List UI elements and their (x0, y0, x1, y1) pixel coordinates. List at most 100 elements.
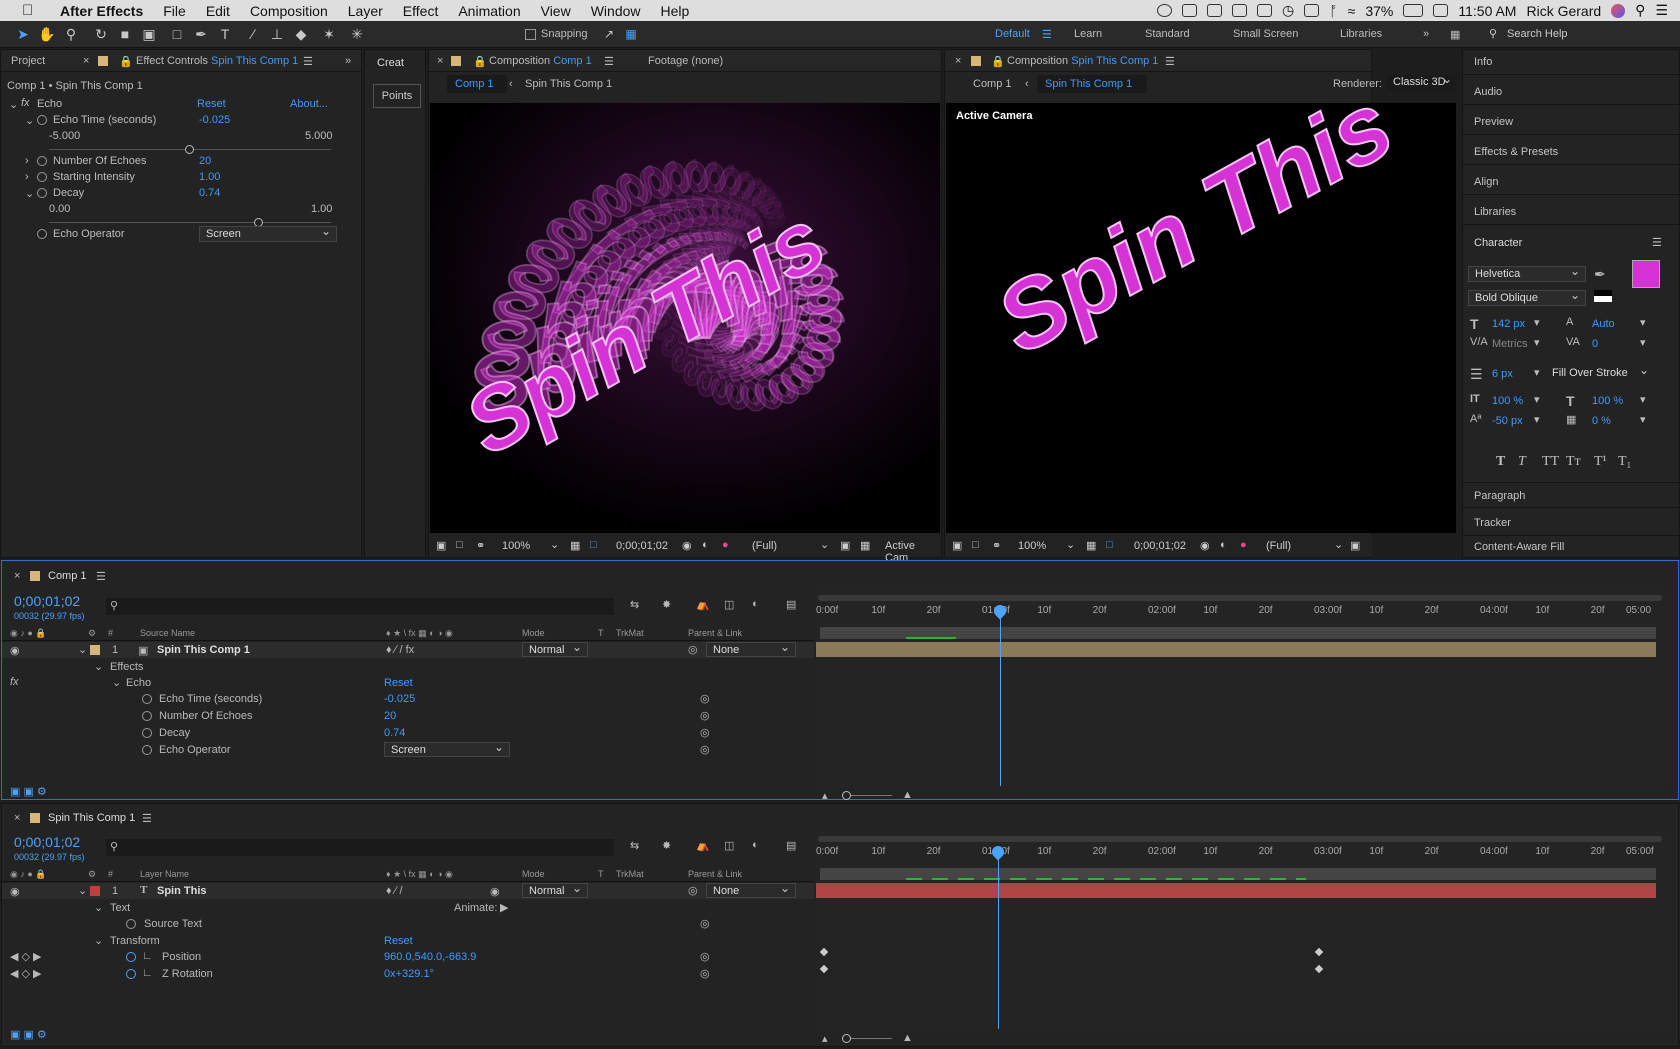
position-keyframe-end[interactable] (1314, 947, 1324, 957)
property-row[interactable]: ◀ ◇ ▶ ∟ Position 960.0,540.0,-663.9 ◎ (2, 949, 814, 965)
region-icon[interactable]: ▣ (1350, 539, 1360, 552)
property-value[interactable]: 20 (384, 710, 396, 722)
graph-editor-icon[interactable]: ▤ (786, 598, 796, 611)
property-value[interactable]: 0.74 (384, 727, 405, 739)
dropbox-icon[interactable] (1182, 4, 1198, 17)
timeline-search-input[interactable]: ⚲ (106, 598, 614, 615)
monitor-icon[interactable]: □ (972, 539, 979, 551)
panel-menu-icon[interactable]: ☰ (1652, 236, 1662, 249)
panel-menu-icon[interactable]: ☰ (604, 55, 614, 68)
timeline-search-input[interactable]: ⚲ (106, 839, 614, 856)
puppet-tool-icon[interactable]: ✳ (348, 25, 366, 43)
pan-behind-tool-icon[interactable]: ▣ (140, 25, 158, 43)
default-colors-icon[interactable] (1594, 290, 1612, 302)
faux-bold-icon[interactable]: T (1496, 454, 1505, 470)
draft-3d-icon[interactable]: ✸ (662, 598, 671, 611)
leading-value[interactable]: Auto (1592, 318, 1615, 330)
workspace-menu-icon[interactable]: ☰ (1042, 28, 1052, 41)
timecode[interactable]: 0;00;01;02 (1134, 540, 1186, 552)
position-keyframe-start[interactable] (819, 947, 829, 957)
spotlight-search-icon[interactable]: ⚲ (1635, 2, 1645, 19)
twirl-icon[interactable]: ⌄ (78, 643, 87, 656)
expression-pickwhip-icon[interactable]: ◎ (700, 743, 710, 756)
graph-icon[interactable]: ∟ (142, 967, 153, 979)
eyedropper-icon[interactable]: ✒ (1594, 266, 1606, 283)
workspace-libraries[interactable]: Libraries (1340, 28, 1382, 40)
twirl-icon[interactable]: ⌄ (94, 901, 103, 914)
panel-effects-presets[interactable]: Effects & Presets (1462, 139, 1680, 165)
twirl-icon[interactable]: ⌄ (94, 660, 103, 673)
layer-row[interactable]: ◉ ⌄ 1 ▣ Spin This Comp 1 ♦ ∕ / fx Normal… (2, 640, 814, 658)
echo-effect-row[interactable]: fx ⌄ Echo Reset (2, 675, 814, 691)
panel-overflow-icon[interactable]: » (345, 55, 351, 67)
property-row[interactable]: Source Text ◎ (2, 916, 814, 932)
font-family-dropdown[interactable]: Helvetica (1468, 264, 1586, 282)
stopwatch-icon[interactable] (142, 745, 152, 755)
col-layer-name[interactable]: Layer Name (140, 869, 189, 879)
layer-duration-bar[interactable] (816, 883, 1656, 898)
decay-slider-track[interactable] (49, 222, 331, 223)
zoom-slider-knob[interactable] (842, 791, 851, 800)
chevron-down-icon[interactable]: ▾ (1534, 413, 1540, 426)
echo-operator-dropdown[interactable]: Screen (384, 740, 510, 757)
lock-icon[interactable]: 🔒 (473, 55, 487, 68)
zoom-dropdown[interactable]: 100% (1018, 540, 1046, 552)
window-icon[interactable] (1232, 4, 1248, 17)
stroke-width-value[interactable]: 6 px (1492, 368, 1513, 380)
current-time[interactable]: 0;00;01;02 (14, 834, 80, 850)
keyframe-navigator-icon[interactable]: ◀ ◇ ▶ (10, 950, 42, 963)
frame-blending-icon[interactable]: ◫ (724, 598, 734, 611)
show-snapshot-icon[interactable]: ◐ (702, 539, 709, 551)
panel-libraries[interactable]: Libraries (1462, 199, 1680, 225)
menu-file[interactable]: File (163, 3, 186, 19)
timecode[interactable]: 0;00;01;02 (616, 540, 668, 552)
rectangle-tool-icon[interactable]: □ (168, 25, 186, 43)
zoom-in-icon[interactable]: ▲ (902, 1032, 913, 1044)
stopwatch-icon[interactable] (37, 229, 47, 239)
echo-time-value[interactable]: -0.025 (199, 114, 230, 126)
z-rotation-value[interactable]: 0x+329.1° (384, 968, 434, 980)
comp-mini-flowchart-icon[interactable]: ⇆ (630, 598, 639, 611)
tsume-value[interactable]: 0 % (1592, 415, 1611, 427)
grid-icon[interactable]: ▦ (1086, 539, 1096, 552)
tab-composition-comp1[interactable]: Composition Comp 1 (489, 55, 592, 67)
intensity-value[interactable]: 1.00 (199, 171, 220, 183)
shy-layers-icon[interactable]: ⛺ (696, 598, 710, 611)
timeline-graph-area[interactable]: 0:00f10f20f01:00f10f20f02:00f10f20f03:00… (816, 832, 1666, 1029)
panel-menu-icon[interactable]: ☰ (142, 812, 152, 825)
chevron-down-icon[interactable]: ▾ (1534, 393, 1540, 406)
current-time[interactable]: 0;00;01;02 (14, 593, 80, 609)
effects-group-row[interactable]: ⌄ Effects (2, 659, 814, 675)
region-icon[interactable]: ▣ (840, 539, 850, 552)
keyframe-navigator-icon[interactable]: ◀ ◇ ▶ (10, 967, 42, 980)
time-ruler[interactable]: 0:00f10f20f01:00f10f20f02:00f10f20f03:00… (816, 603, 1656, 623)
user-avatar-icon[interactable] (1611, 3, 1626, 18)
show-snapshot-icon[interactable]: ◐ (1220, 539, 1227, 551)
menu-effect[interactable]: Effect (403, 3, 439, 19)
time-machine-icon[interactable]: ◷ (1282, 2, 1294, 19)
zoom-in-icon[interactable]: ▲ (902, 789, 913, 801)
expression-pickwhip-icon[interactable]: ◎ (700, 967, 710, 980)
baseline-shift-value[interactable]: -50 px (1492, 415, 1523, 427)
decay-value[interactable]: 0.74 (199, 187, 220, 199)
mask-icon[interactable]: ⚭ (992, 539, 1001, 552)
menu-view[interactable]: View (541, 3, 571, 19)
workspace-edit-icon[interactable]: ▦ (1450, 28, 1460, 41)
workspace-overflow-icon[interactable]: » (1423, 28, 1429, 40)
stopwatch-icon[interactable] (126, 969, 136, 979)
twirl-icon[interactable]: › (25, 171, 29, 183)
shy-layers-icon[interactable]: ⛺ (696, 839, 710, 852)
small-caps-icon[interactable]: Tт (1566, 454, 1581, 470)
brush-tool-icon[interactable]: ∕ (244, 25, 262, 43)
expression-pickwhip-icon[interactable]: ◎ (700, 692, 710, 705)
panel-paragraph[interactable]: Paragraph (1462, 482, 1680, 508)
transparency-grid-icon[interactable]: ▦ (860, 539, 870, 552)
parent-dropdown[interactable]: None (706, 640, 796, 657)
selection-tool-icon[interactable]: ➤ (14, 25, 32, 43)
stopwatch-icon[interactable] (37, 115, 47, 125)
property-row[interactable]: Decay 0.74 ◎ (2, 725, 814, 741)
chevron-down-icon[interactable]: ⌄ (1066, 538, 1075, 551)
expand-panes-icon[interactable]: ▣ ▣ ⚙ (10, 1028, 47, 1041)
menu-animation[interactable]: Animation (458, 3, 520, 19)
animate-menu-icon[interactable]: ▶ (500, 901, 508, 914)
